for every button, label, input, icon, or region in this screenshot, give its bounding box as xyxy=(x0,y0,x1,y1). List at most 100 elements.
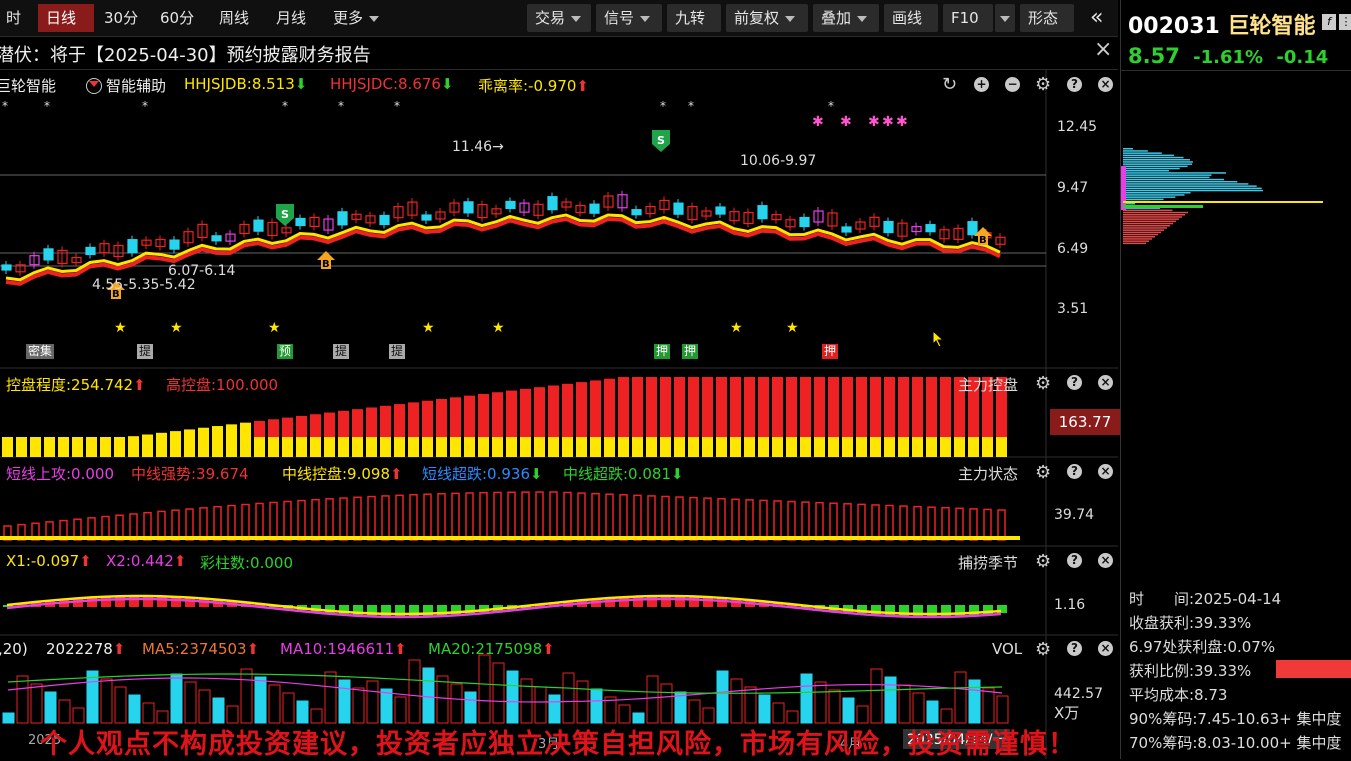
signal-tag[interactable]: 预 xyxy=(277,344,294,359)
vol-panel-title[interactable]: VOL xyxy=(992,640,1022,658)
signal-tag[interactable]: 押 xyxy=(654,344,671,359)
kpd-bar-base xyxy=(688,437,699,457)
chip-bar xyxy=(1123,227,1167,229)
chip-bar xyxy=(1123,198,1164,201)
gear-icon[interactable]: ⚙ xyxy=(1035,74,1051,95)
chevron-down-icon xyxy=(89,80,99,87)
notice-close-icon[interactable]: × xyxy=(1094,37,1112,62)
candle xyxy=(967,221,978,236)
candle xyxy=(463,201,474,214)
trade-dropdown[interactable]: 交易 xyxy=(527,4,591,32)
kpd-bar-base xyxy=(996,437,1007,457)
signal-tag[interactable]: 押 xyxy=(682,344,699,359)
volume-bar xyxy=(352,687,365,724)
volume-bar xyxy=(450,683,463,724)
volume-bar xyxy=(646,675,659,724)
f10-info-icon[interactable]: f xyxy=(1322,14,1336,30)
zlzt-bar xyxy=(703,497,712,541)
kpd-bar-base xyxy=(450,437,461,457)
right-info-panel: 002031 巨轮智能 f ⋮ 8.57 -1.61% -0.14 时 间:20… xyxy=(1120,0,1351,759)
candle xyxy=(379,214,390,226)
season-legend-3: 彩柱数:0.000 xyxy=(200,554,293,572)
kpd-bar-base xyxy=(702,437,713,457)
adjust-dropdown[interactable]: 前复权 xyxy=(726,4,808,32)
zlzt-panel-title[interactable]: 主力状态 xyxy=(958,463,1018,484)
refresh-icon[interactable]: ↻ xyxy=(942,74,957,95)
pattern-button[interactable]: 形态 xyxy=(1020,4,1074,32)
signal-tag[interactable]: 提 xyxy=(333,344,350,359)
volume-bar xyxy=(870,668,883,724)
trade-label: 交易 xyxy=(535,9,566,27)
collapse-panel-icon[interactable]: « xyxy=(1082,4,1111,32)
period-week-button[interactable]: 周线 xyxy=(211,4,257,32)
help-icon[interactable]: ? xyxy=(1067,641,1082,656)
help-icon[interactable]: ? xyxy=(1067,464,1082,479)
zlzt-bar xyxy=(157,510,166,541)
volume-bar xyxy=(212,697,225,724)
zlzt-bar xyxy=(255,502,264,541)
period-left-cut[interactable]: 时 xyxy=(0,4,24,32)
period-more-dropdown[interactable]: 更多 xyxy=(325,4,387,32)
zlzt-value-5: 中线超跌:0.081 xyxy=(563,465,671,483)
signal-tag[interactable]: 提 xyxy=(389,344,406,359)
nine-turn-button[interactable]: 九转 xyxy=(667,4,721,32)
chevron-down-icon xyxy=(571,15,582,22)
chip-bar xyxy=(1123,189,1263,192)
gear-icon[interactable]: ⚙ xyxy=(1035,373,1051,394)
volume-bar xyxy=(772,702,785,724)
gear-icon[interactable]: ⚙ xyxy=(1035,639,1051,660)
draw-button[interactable]: 画线 xyxy=(884,4,938,32)
candle xyxy=(715,206,726,215)
star-marker: ★ xyxy=(170,320,183,336)
zlzt-value-4: 短线超跌:0.936 xyxy=(422,465,530,483)
period-day-button[interactable]: 日线 xyxy=(38,4,94,32)
overlay-dropdown[interactable]: 叠加 xyxy=(813,4,879,32)
signal-tag[interactable]: 押 xyxy=(822,344,839,359)
stock-code: 002031 xyxy=(1128,14,1220,39)
volume-bar xyxy=(310,708,323,724)
help-icon[interactable]: ? xyxy=(1067,77,1082,92)
volume-bar xyxy=(954,671,967,724)
chip-bar xyxy=(1123,165,1188,168)
help-icon[interactable]: ? xyxy=(1067,375,1082,390)
pink-marker: ✱ xyxy=(896,114,908,130)
kpd-bar-base xyxy=(366,437,377,457)
close-icon[interactable]: × xyxy=(1098,464,1113,479)
assist-toggle-icon[interactable] xyxy=(86,78,102,94)
gear-icon[interactable]: ⚙ xyxy=(1035,462,1051,483)
volume-bar xyxy=(856,705,869,724)
period-month-button[interactable]: 月线 xyxy=(268,4,314,32)
period-60min-button[interactable]: 60分 xyxy=(152,4,202,32)
period-more-label: 更多 xyxy=(333,9,364,27)
close-icon[interactable]: × xyxy=(1098,641,1113,656)
signal-dropdown[interactable]: 信号 xyxy=(596,4,662,32)
f10-dropdown[interactable] xyxy=(995,4,1015,32)
y-tick-label: 12.45 xyxy=(1057,119,1098,135)
zoom-in-icon[interactable]: + xyxy=(974,77,989,92)
season-panel-title[interactable]: 捕捞季节 xyxy=(958,552,1018,573)
zlzt-bar xyxy=(353,496,362,541)
zoom-out-icon[interactable]: − xyxy=(1005,77,1020,92)
close-icon[interactable]: × xyxy=(1098,77,1113,92)
chip-price-marker xyxy=(1121,166,1126,210)
close-icon[interactable]: × xyxy=(1098,553,1113,568)
close-icon[interactable]: × xyxy=(1098,375,1113,390)
deviation-value: 乖离率:-0.970 xyxy=(478,77,577,95)
kpd-panel-title[interactable]: 主力控盘 xyxy=(958,374,1018,395)
help-icon[interactable]: ? xyxy=(1067,553,1082,568)
control-panel-chart xyxy=(2,377,1007,457)
period-30min-button[interactable]: 30分 xyxy=(96,4,146,32)
chip-bar xyxy=(1123,240,1149,242)
zlzt-bar xyxy=(409,493,418,541)
signal-tag[interactable]: 提 xyxy=(137,344,154,359)
chip-bar xyxy=(1123,236,1155,238)
stock-menu-icon[interactable]: ⋮ xyxy=(1339,14,1351,30)
main-legend-assist[interactable]: 智能辅助 xyxy=(106,75,166,96)
volume-bar xyxy=(842,697,855,724)
f10-button[interactable]: F10 xyxy=(943,4,993,32)
zlzt-bar xyxy=(451,492,460,541)
signal-tag[interactable]: 密集 xyxy=(26,344,55,359)
gear-icon[interactable]: ⚙ xyxy=(1035,551,1051,572)
kpd-bar-base xyxy=(352,437,363,457)
disclaimer-overlay: 个人观点不构成投资建议，投资者应独立决策自担风险，市场有风险，投资需谨慎！ xyxy=(40,729,1076,760)
